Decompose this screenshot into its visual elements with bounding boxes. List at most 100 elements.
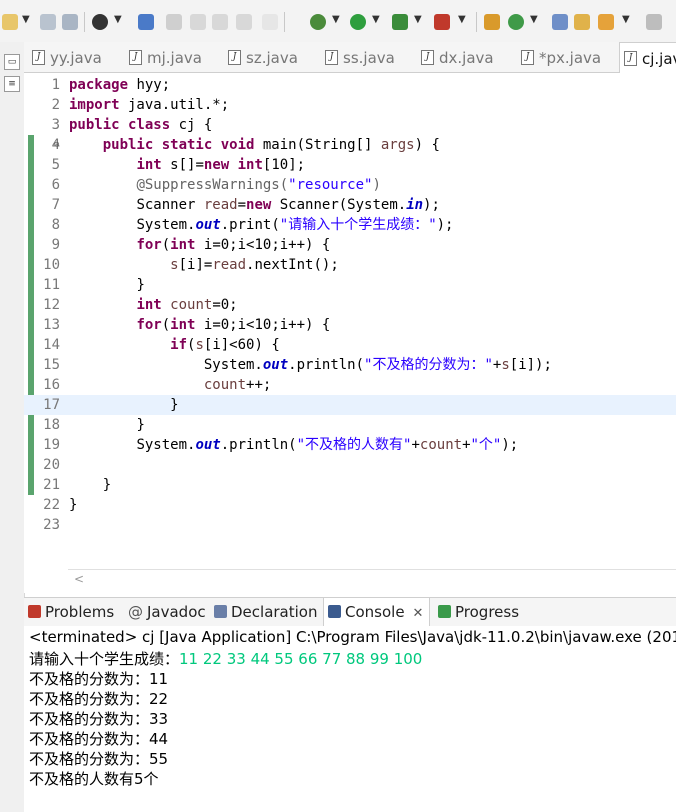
chevron-down-icon[interactable]: ▼ (530, 14, 538, 25)
close-icon[interactable]: ✕ (413, 606, 424, 621)
tab-px-java[interactable]: J *px.java (517, 42, 601, 72)
debug-icon[interactable] (310, 14, 326, 30)
code-line: 19 System.out.println("不及格的人数有"+count+"个… (24, 435, 676, 455)
line-number: 10 (43, 257, 60, 273)
java-file-icon: J (325, 50, 338, 65)
outline-icon[interactable]: ≡ (4, 76, 20, 92)
code-line: 6 @SuppressWarnings("resource") (24, 175, 676, 195)
panel-tab-bar: Problems @ Javadoc Declaration Console ✕ P… (24, 597, 676, 627)
open-folder-icon[interactable] (574, 14, 590, 30)
new-class-icon[interactable] (508, 14, 524, 30)
code-text: for(int i=0;i<10;i++) { (136, 237, 331, 253)
chevron-down-icon[interactable]: ▼ (114, 14, 122, 25)
line-number: 7 (51, 197, 60, 213)
link-icon[interactable] (212, 14, 228, 30)
code-text: package hyy; (69, 77, 171, 93)
tab-declaration[interactable]: Declaration (214, 598, 317, 626)
code-line: 2 import java.util.*; (24, 95, 676, 115)
tab-mj-java[interactable]: Jmj.java (125, 42, 202, 72)
code-text: import java.util.*; (69, 97, 230, 113)
chevron-down-icon[interactable]: ▼ (622, 14, 630, 25)
pilcrow-icon[interactable] (262, 14, 278, 30)
line-number: 12 (43, 297, 60, 313)
console-view[interactable]: <terminated> cj [Java Application] C:\Pr… (24, 626, 676, 812)
tab-javadoc[interactable]: @ Javadoc (128, 598, 206, 626)
chevron-down-icon[interactable]: ▼ (332, 14, 340, 25)
line-number: 16 (43, 377, 60, 393)
chevron-down-icon[interactable]: ▼ (414, 14, 422, 25)
code-line: 8 System.out.print("请输入十个学生成绩："); (24, 215, 676, 235)
package-icon[interactable] (484, 14, 500, 30)
console-line: 请输入十个学生成绩：11 22 33 44 55 66 77 88 99 100 (29, 649, 422, 669)
tab-label: Progress (455, 603, 520, 621)
tab-progress[interactable]: Progress (438, 598, 519, 626)
left-trim-bar: ▭ ≡ (0, 42, 25, 812)
new-icon[interactable] (2, 14, 18, 30)
console-line: 不及格的分数为：33 (29, 710, 169, 728)
toolbar-separator (284, 12, 285, 32)
tab-label: *px.java (539, 49, 602, 67)
line-number: 14 (43, 337, 60, 353)
line-number: 22 (43, 497, 60, 513)
horizontal-scrollbar[interactable]: < (68, 569, 676, 588)
restore-icon[interactable]: ▭ (4, 54, 20, 70)
editor-tab-bar: Jyy.java Jmj.java Jsz.java Jss.java Jdx.… (24, 42, 676, 74)
chevron-down-icon[interactable]: ▼ (458, 14, 466, 25)
external-tools-icon[interactable] (434, 14, 450, 30)
console-input: 11 22 33 44 55 66 77 88 99 100 (179, 650, 423, 668)
code-line: 11 } (24, 275, 676, 295)
console-line: 不及格的分数为：11 (29, 670, 169, 688)
code-text: for(int i=0;i<10;i++) { (136, 317, 331, 333)
console-prompt: 请输入十个学生成绩： (29, 650, 180, 668)
scroll-left-icon[interactable]: < (74, 572, 84, 586)
code-line: 18 } (24, 415, 676, 435)
save-all-icon[interactable] (62, 14, 78, 30)
annotation-nav-icon[interactable] (646, 14, 662, 30)
tab-label: ss.java (343, 49, 395, 67)
code-text: } (69, 497, 78, 513)
tab-problems[interactable]: Problems (28, 598, 114, 626)
task-icon[interactable] (166, 14, 182, 30)
code-editor[interactable]: 1 package hyy; 2 import java.util.*; 3 publ… (24, 73, 676, 593)
skip-breakpoints-icon[interactable] (138, 14, 154, 30)
code-text: } (102, 477, 112, 493)
java-file-icon: J (521, 50, 534, 65)
code-line: 7 Scanner read=new Scanner(System.in); (24, 195, 676, 215)
code-text: } (136, 277, 145, 293)
toolbar-separator (84, 12, 85, 32)
java-file-icon: J (421, 50, 434, 65)
code-line: 3 public class cj { (24, 115, 676, 135)
tab-console[interactable]: Console ✕ (323, 598, 431, 626)
javadoc-icon: @ (128, 603, 143, 621)
tab-yy-java[interactable]: Jyy.java (28, 42, 102, 72)
tab-label: yy.java (50, 49, 102, 67)
edit-icon[interactable] (236, 14, 252, 30)
code-line: 16 count++; (24, 375, 676, 395)
save-icon[interactable] (40, 14, 56, 30)
chevron-down-icon[interactable]: ▼ (22, 14, 30, 25)
line-number: 5 (51, 157, 60, 173)
progress-icon (438, 605, 451, 618)
code-line: 12 int count=0; (24, 295, 676, 315)
tab-label: Console (345, 603, 405, 621)
chevron-down-icon[interactable]: ▼ (372, 14, 380, 25)
open-type-icon[interactable] (552, 14, 568, 30)
settings-icon[interactable] (92, 14, 108, 30)
run-icon[interactable] (350, 14, 366, 30)
code-text: public class cj { (69, 117, 213, 133)
code-line: 13 for(int i=0;i<10;i++) { (24, 315, 676, 335)
java-file-icon: J (32, 50, 45, 65)
tab-dx-java[interactable]: Jdx.java (417, 42, 494, 72)
fold-collapse-icon[interactable]: ⊖ (54, 135, 59, 155)
code-line: 21 } (24, 475, 676, 495)
tab-label: cj.java (642, 50, 676, 68)
pen-icon[interactable] (190, 14, 206, 30)
tab-cj-java[interactable]: Jcj.java (619, 42, 676, 74)
search-icon[interactable] (598, 14, 614, 30)
tab-ss-java[interactable]: Jss.java (321, 42, 395, 72)
tab-sz-java[interactable]: Jsz.java (224, 42, 298, 72)
code-text: public static void main(String[] args) { (102, 137, 440, 153)
code-text: System.out.println("不及格的人数有"+count+"个"); (136, 437, 519, 453)
coverage-icon[interactable] (392, 14, 408, 30)
line-number: 19 (43, 437, 60, 453)
